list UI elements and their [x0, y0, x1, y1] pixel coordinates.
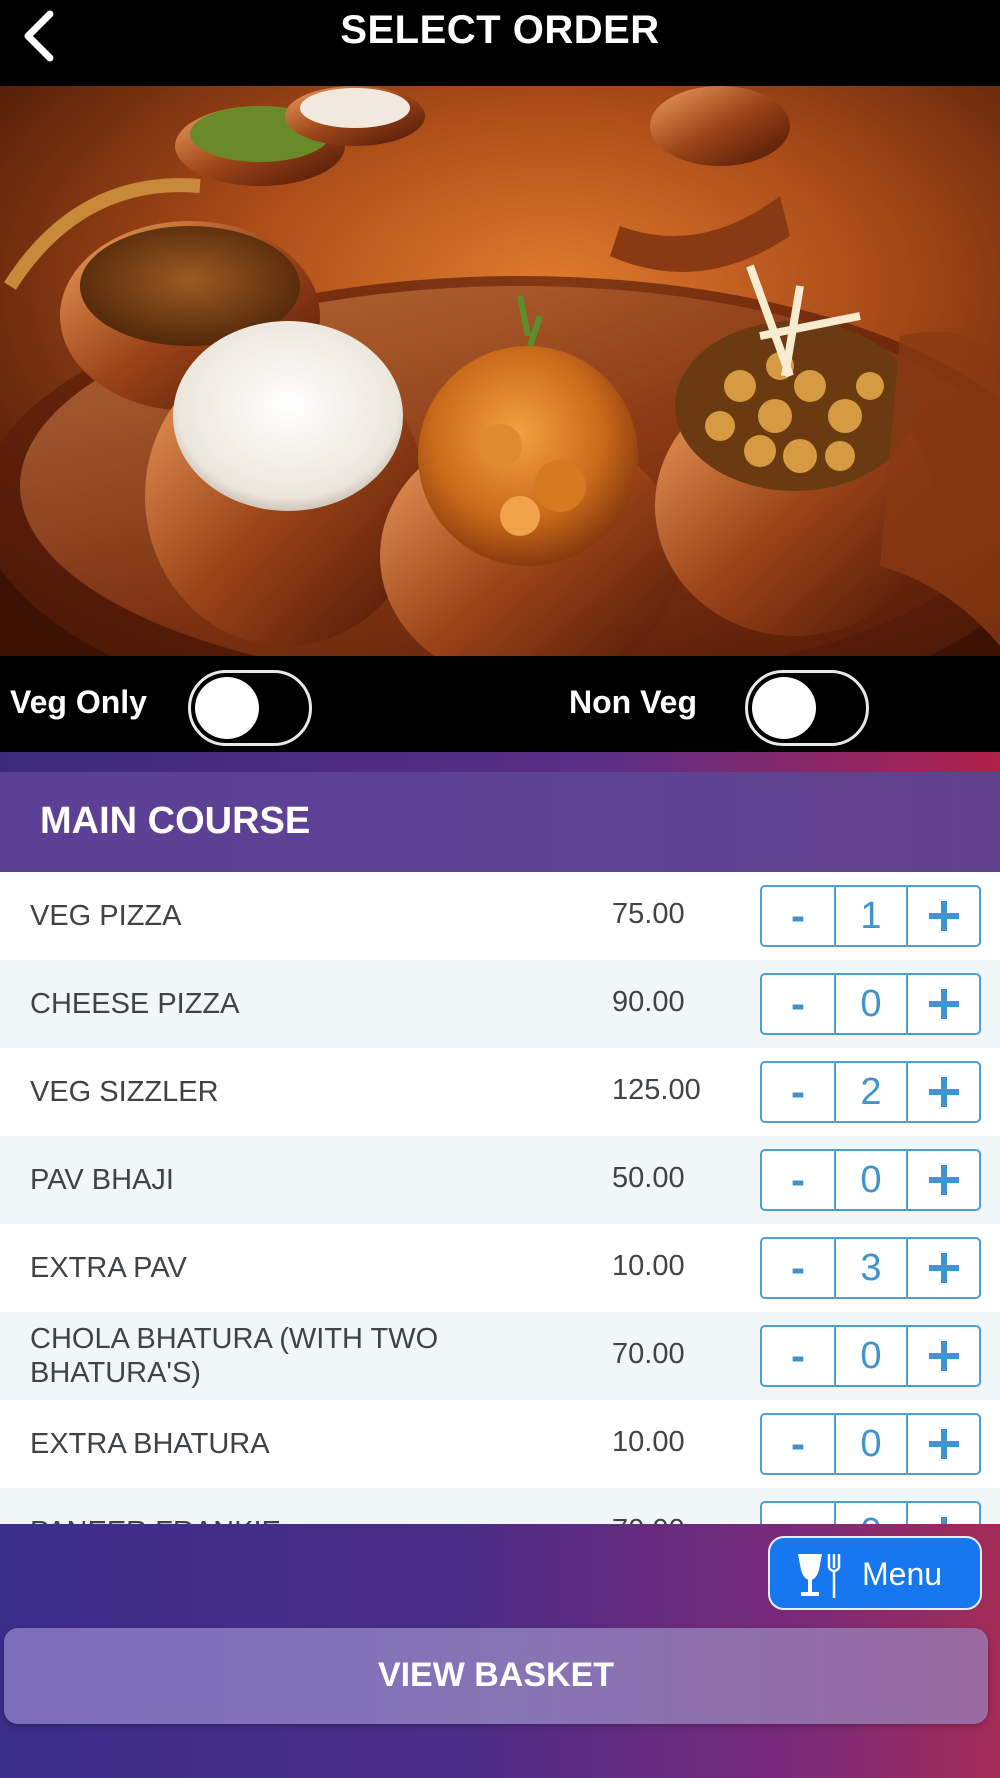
- quantity-stepper: - 0: [760, 1149, 981, 1211]
- veg-only-label: Veg Only: [10, 684, 147, 720]
- page-title: SELECT ORDER: [340, 8, 660, 52]
- decrement-button[interactable]: -: [762, 975, 836, 1033]
- item-price: 125.00: [612, 1074, 701, 1106]
- item-name: VEG PIZZA: [30, 900, 182, 932]
- quantity-value: 3: [836, 1239, 908, 1297]
- decrement-button[interactable]: -: [762, 1151, 836, 1209]
- menu-button-label: Menu: [862, 1556, 943, 1592]
- view-basket-label: VIEW BASKET: [377, 1656, 615, 1694]
- non-veg-toggle[interactable]: [745, 670, 869, 746]
- increment-button[interactable]: [908, 1503, 979, 1524]
- decrement-button[interactable]: -: [762, 1415, 836, 1473]
- plus-icon: [928, 901, 959, 931]
- divider-strip: [0, 752, 1000, 772]
- increment-button[interactable]: [908, 1415, 979, 1473]
- toggle-knob: [752, 677, 816, 739]
- quantity-value: 0: [836, 1415, 908, 1473]
- item-name: EXTRA PAV: [30, 1252, 187, 1284]
- category-header: MAIN COURSE: [0, 772, 1000, 872]
- menu-item-row: PAV BHAJI 50.00 - 0: [0, 1136, 1000, 1224]
- decrement-button[interactable]: -: [762, 1239, 836, 1297]
- increment-button[interactable]: [908, 1063, 979, 1121]
- non-veg-label: Non Veg: [569, 684, 698, 720]
- item-price: 75.00: [612, 898, 685, 930]
- quantity-stepper: - 2: [760, 1061, 981, 1123]
- item-name: PANEER FRANKIE: [30, 1515, 450, 1524]
- plus-icon: [928, 989, 959, 1019]
- diet-filter-bar: Veg Only Non Veg: [0, 656, 1000, 752]
- menu-item-row: EXTRA BHATURA 10.00 - 0: [0, 1400, 1000, 1488]
- quantity-stepper: - 3: [760, 1237, 981, 1299]
- increment-button[interactable]: [908, 975, 979, 1033]
- increment-button[interactable]: [908, 887, 979, 945]
- category-title: MAIN COURSE: [40, 800, 311, 842]
- plus-icon: [928, 1077, 959, 1107]
- decrement-button[interactable]: -: [762, 1063, 836, 1121]
- plus-icon: [928, 1429, 959, 1459]
- quantity-stepper: - 0: [760, 1325, 981, 1387]
- menu-item-row: CHEESE PIZZA 90.00 - 0: [0, 960, 1000, 1048]
- item-name: VEG SIZZLER: [30, 1076, 219, 1108]
- quantity-value: 0: [836, 1503, 908, 1524]
- increment-button[interactable]: [908, 1151, 979, 1209]
- quantity-value: 0: [836, 1327, 908, 1385]
- menu-item-row: EXTRA PAV 10.00 - 3: [0, 1224, 1000, 1312]
- item-price: 50.00: [612, 1162, 685, 1194]
- item-name: PAV BHAJI: [30, 1164, 174, 1196]
- quantity-value: 0: [836, 1151, 908, 1209]
- quantity-stepper: - 0: [760, 1413, 981, 1475]
- quantity-stepper: - 1: [760, 885, 981, 947]
- quantity-value: 2: [836, 1063, 908, 1121]
- plus-icon: [940, 1517, 947, 1524]
- plus-icon: [928, 1165, 959, 1195]
- app-header: SELECT ORDER: [0, 0, 1000, 86]
- veg-only-toggle[interactable]: [188, 670, 312, 746]
- footer-bar: Menu VIEW BASKET: [0, 1524, 1000, 1778]
- menu-item-row: VEG SIZZLER 125.00 - 2: [0, 1048, 1000, 1136]
- wine-glass-cutlery-icon: [798, 1554, 841, 1598]
- view-basket-button[interactable]: VIEW BASKET: [4, 1628, 988, 1724]
- decrement-button[interactable]: -: [762, 1503, 836, 1524]
- quantity-value: 1: [836, 887, 908, 945]
- menu-button[interactable]: Menu: [768, 1536, 982, 1610]
- toggle-knob: [195, 677, 259, 739]
- quantity-stepper: - 0: [760, 973, 981, 1035]
- item-price: 70.00: [612, 1513, 685, 1524]
- item-price: 90.00: [612, 986, 685, 1018]
- menu-item-list[interactable]: VEG PIZZA 75.00 - 1 CHEESE PIZZA 90.00 -…: [0, 872, 1000, 1524]
- decrement-button[interactable]: -: [762, 1327, 836, 1385]
- increment-button[interactable]: [908, 1239, 979, 1297]
- hero-food-image: [0, 86, 1000, 656]
- plus-icon: [928, 1253, 959, 1283]
- item-price: 70.00: [612, 1338, 685, 1370]
- item-price: 10.00: [612, 1250, 685, 1282]
- quantity-stepper: - 0: [760, 1501, 981, 1524]
- menu-item-row: VEG PIZZA 75.00 - 1: [0, 872, 1000, 960]
- menu-item-row: CHOLA BHATURA (WITH TWO BHATURA'S) 70.00…: [0, 1312, 1000, 1400]
- item-name: CHOLA BHATURA (WITH TWO BHATURA'S): [30, 1323, 439, 1389]
- item-name: CHEESE PIZZA: [30, 988, 240, 1020]
- item-price: 10.00: [612, 1426, 685, 1458]
- menu-item-row: PANEER FRANKIE 70.00 - 0: [0, 1488, 1000, 1524]
- item-name: EXTRA BHATURA: [30, 1428, 270, 1460]
- plus-icon: [928, 1341, 959, 1371]
- quantity-value: 0: [836, 975, 908, 1033]
- decrement-button[interactable]: -: [762, 887, 836, 945]
- increment-button[interactable]: [908, 1327, 979, 1385]
